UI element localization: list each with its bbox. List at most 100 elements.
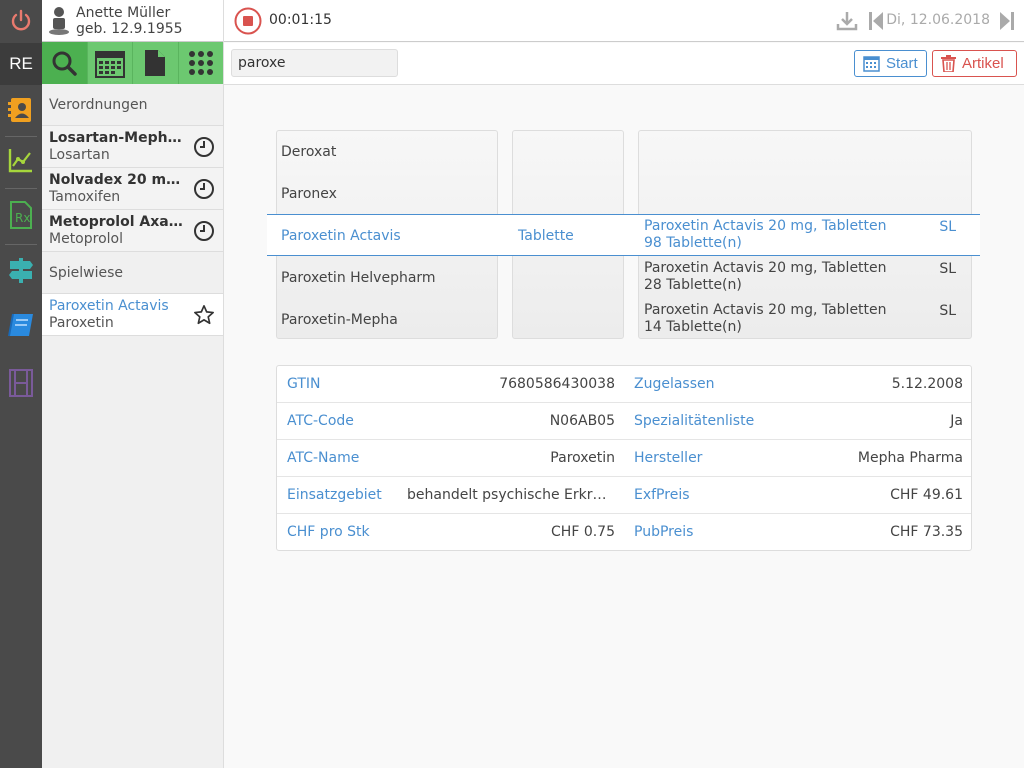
detail-value: Paroxetin — [550, 450, 615, 466]
med-name: Paroxetin Actavis — [49, 297, 169, 314]
book-icon[interactable] — [0, 305, 42, 345]
detail-value: CHF 49.61 — [890, 487, 963, 503]
list-item-metoprolol[interactable]: Metoprolol Axaph... Metoprolol — [42, 210, 223, 252]
med-name: Nolvadex 20 mg, F... — [49, 171, 189, 188]
next-day-button[interactable] — [1000, 11, 1014, 35]
svg-text:Rx: Rx — [15, 211, 30, 225]
table-row: ATC-Name Paroxetin Hersteller Mepha Phar… — [277, 440, 971, 477]
package-size: 28 Tablette(n) — [644, 277, 742, 293]
search-tool[interactable] — [42, 42, 88, 84]
re-button[interactable]: RE — [0, 43, 42, 85]
document-tool[interactable] — [133, 42, 179, 84]
detail-label: ATC-Code — [287, 413, 354, 429]
prescription-icon[interactable]: Rx — [0, 195, 42, 235]
list-item-losartan[interactable]: Losartan-Mepha 5... Losartan — [42, 126, 223, 168]
chart-icon[interactable] — [0, 140, 42, 180]
clock-icon[interactable] — [193, 178, 215, 200]
clock-icon[interactable] — [193, 220, 215, 242]
stop-icon — [234, 7, 262, 35]
main-content: Deroxat Paronex Paroxetin Actavis Paroxe… — [224, 86, 1024, 768]
med-substance: Paroxetin — [49, 314, 114, 331]
detail-value: Mepha Pharma — [857, 450, 963, 466]
top-bar: 00:01:15 Di, 12.06.2018 — [224, 0, 1024, 42]
clock-icon[interactable] — [193, 136, 215, 158]
detail-label: ATC-Name — [287, 450, 360, 466]
form-option-tablette[interactable]: Tablette — [518, 215, 622, 257]
product-option-deroxat[interactable]: Deroxat — [281, 131, 493, 173]
contacts-icon[interactable] — [0, 90, 42, 130]
table-row: CHF pro Stk CHF 0.75 PubPreis CHF 73.35 — [277, 514, 971, 551]
previous-day-button[interactable] — [869, 11, 883, 35]
detail-label: GTIN — [287, 376, 321, 392]
detail-label: Spezialitätenliste — [634, 413, 755, 429]
detail-label: Zugelassen — [634, 376, 715, 392]
product-option-paroxetin-mepha[interactable]: Paroxetin-Mepha — [281, 299, 493, 341]
calendar-tool[interactable] — [88, 42, 133, 84]
detail-value: 7680586430038 — [499, 376, 615, 392]
table-row: Einsatzgebiet behandelt psychische Erkra… — [277, 477, 971, 514]
film-icon[interactable] — [0, 362, 42, 404]
sl-badge: SL — [939, 261, 956, 277]
med-substance: Metoprolol — [49, 230, 123, 247]
artikel-label: Artikel — [962, 55, 1004, 72]
detail-value: CHF 73.35 — [890, 524, 963, 540]
left-rail: RE Rx — [0, 0, 42, 768]
skip-forward-icon — [1000, 12, 1014, 30]
package-size: 14 Tablette(n) — [644, 319, 742, 335]
product-option-paroxetin-actavis[interactable]: Paroxetin Actavis — [281, 215, 493, 257]
list-item-paroxetin[interactable]: Paroxetin Actavis Paroxetin — [42, 294, 223, 336]
search-bar: Start Artikel — [224, 43, 1024, 85]
package-name: Paroxetin Actavis 20 mg, Tabletten — [644, 218, 887, 234]
detail-label: CHF pro Stk — [287, 524, 370, 540]
record-stop-button[interactable] — [234, 7, 262, 35]
download-button[interactable] — [836, 10, 858, 36]
section-spielwiese[interactable]: Spielwiese — [42, 252, 223, 294]
person-icon — [49, 6, 69, 35]
detail-value: behandelt psychische Erkranku... — [407, 487, 615, 503]
package-option-98[interactable]: Paroxetin Actavis 20 mg, Tabletten 98 Ta… — [644, 215, 968, 257]
detail-label: Einsatzgebiet — [287, 487, 382, 503]
patient-header[interactable]: Anette Müller geb. 12.9.1955 — [42, 0, 223, 42]
calendar-icon — [94, 51, 125, 78]
table-row: ATC-Code N06AB05 Spezialitätenliste Ja — [277, 403, 971, 440]
search-icon — [52, 51, 77, 76]
patient-name: Anette Müller — [76, 4, 171, 21]
package-name: Paroxetin Actavis 20 mg, Tabletten — [644, 260, 887, 276]
grid-icon — [188, 51, 213, 75]
apps-tool[interactable] — [179, 42, 224, 84]
trash-icon — [941, 55, 956, 72]
list-item-nolvadex[interactable]: Nolvadex 20 mg, F... Tamoxifen — [42, 168, 223, 210]
detail-value: CHF 0.75 — [551, 524, 615, 540]
med-name: Metoprolol Axaph... — [49, 213, 189, 230]
med-name: Losartan-Mepha 5... — [49, 129, 189, 146]
table-row: GTIN 7680586430038 Zugelassen 5.12.2008 — [277, 366, 971, 403]
package-option-14[interactable]: Paroxetin Actavis 20 mg, Tabletten 14 Ta… — [644, 299, 968, 341]
detail-label: ExfPreis — [634, 487, 690, 503]
detail-label: Hersteller — [634, 450, 703, 466]
toolbar — [42, 42, 223, 84]
start-label: Start — [886, 55, 918, 72]
package-option-28[interactable]: Paroxetin Actavis 20 mg, Tabletten 28 Ta… — [644, 257, 968, 299]
search-input[interactable] — [231, 49, 398, 77]
start-button[interactable]: Start — [854, 50, 927, 77]
sl-badge: SL — [939, 303, 956, 319]
signpost-icon[interactable] — [0, 250, 42, 290]
download-icon — [836, 12, 858, 31]
artikel-button[interactable]: Artikel — [932, 50, 1017, 77]
calendar-icon — [863, 56, 880, 72]
detail-value: Ja — [950, 413, 963, 429]
product-option-paronex[interactable]: Paronex — [281, 173, 493, 215]
sidebar: Anette Müller geb. 12.9.1955 Verordnunge… — [42, 0, 224, 768]
product-option-paroxetin-helvepharm[interactable]: Paroxetin Helvepharm — [281, 257, 493, 299]
power-icon[interactable] — [0, 0, 42, 42]
date-display: Di, 12.06.2018 — [886, 12, 990, 28]
skip-back-icon — [869, 12, 883, 30]
section-verordnungen[interactable]: Verordnungen — [42, 84, 223, 126]
session-timer: 00:01:15 — [269, 12, 332, 28]
star-icon[interactable] — [193, 304, 215, 326]
detail-label: PubPreis — [634, 524, 694, 540]
med-substance: Tamoxifen — [49, 188, 121, 205]
sl-badge: SL — [939, 219, 956, 235]
document-icon — [145, 50, 166, 76]
package-size: 98 Tablette(n) — [644, 235, 742, 251]
